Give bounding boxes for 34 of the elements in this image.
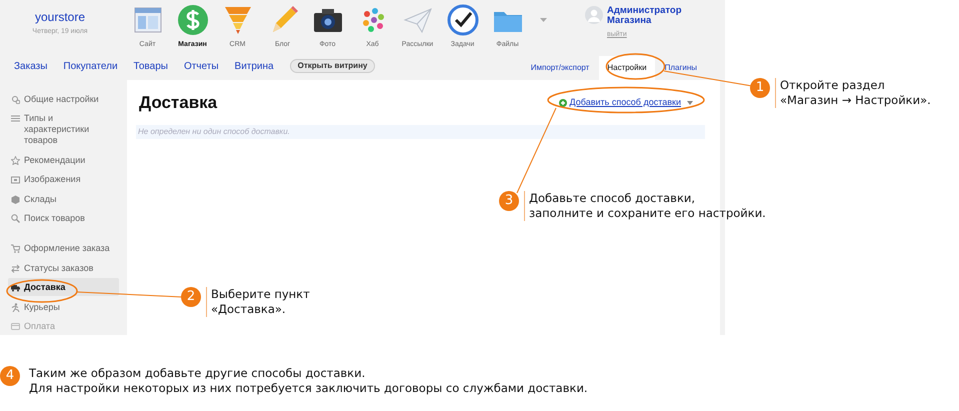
open-storefront-button[interactable]: Открыть витрину — [290, 59, 376, 73]
sidebar-item[interactable]: Типы и характеристики товаров — [8, 109, 98, 149]
store-name[interactable]: yourstore — [34, 10, 86, 24]
page-title: Доставка — [139, 92, 218, 114]
instruction-text: Добавьте способ доставки, — [529, 191, 696, 206]
sidebar-item[interactable]: Курьеры — [8, 298, 119, 316]
nav-link[interactable]: Отчеты — [184, 58, 219, 74]
empty-message: Не определен ни один способ доставки. — [138, 126, 290, 138]
settings-tab[interactable]: Плагины — [658, 56, 703, 80]
instruction-text: заполните и сохраните его настройки. — [529, 206, 766, 221]
instruction-text: Выберите пункт — [211, 287, 310, 302]
instruction-text: «Доставка». — [211, 302, 287, 317]
sidebar-item[interactable]: Склады — [8, 190, 119, 208]
step-number: 4 — [0, 366, 20, 386]
sidebar-item[interactable]: Оформление заказа — [8, 239, 119, 257]
nav-link[interactable]: Заказы — [14, 58, 48, 74]
sidebar-item[interactable]: Рекомендации — [8, 150, 119, 168]
nav-link[interactable]: Товары — [134, 58, 168, 74]
instruction-text: Таким же образом добавьте другие способы доставки. — [29, 366, 366, 381]
instruction-text: Откройте раздел — [780, 78, 886, 93]
nav-link[interactable]: Витрина — [234, 58, 274, 74]
step-number: 1 — [750, 78, 770, 98]
sidebar-item[interactable]: Изображения — [8, 170, 119, 188]
sidebar-item[interactable]: Общие настройки — [8, 90, 119, 108]
user-name[interactable]: Администратор Магазина — [607, 6, 702, 26]
nav-link[interactable]: Покупатели — [63, 58, 118, 74]
sidebar-item[interactable]: Поиск товаров — [8, 209, 119, 227]
settings-tab[interactable]: Настройки — [599, 56, 655, 80]
settings-tab[interactable]: Импорт/экспорт — [524, 56, 596, 80]
sidebar-item[interactable]: Статусы заказов — [8, 258, 119, 276]
sidebar-item[interactable]: Доставка — [8, 278, 119, 296]
instruction-text: Для настройки некоторых из них потребуется заключить договоры со службами доставки. — [29, 381, 588, 396]
instruction-text: «Магазин → Настройки». — [780, 93, 931, 108]
add-shipping-link[interactable]: Добавить способ доставки — [558, 96, 681, 110]
